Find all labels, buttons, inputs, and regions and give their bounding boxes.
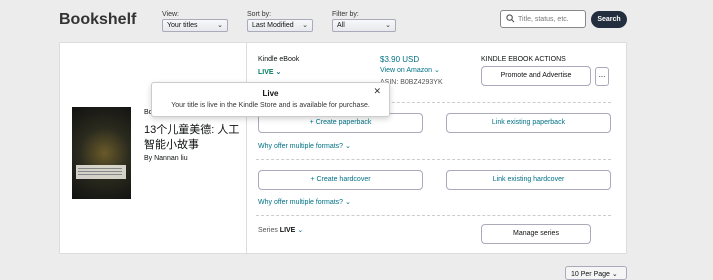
search-button[interactable]: Search: [591, 11, 627, 28]
link-hardcover-button[interactable]: Link existing hardcover: [446, 170, 611, 190]
search-icon: [506, 14, 515, 23]
chevron-down-icon: ⌄: [302, 22, 308, 29]
author-byline: By Nannan liu: [144, 155, 188, 162]
live-status-badge[interactable]: LIVE ⌄: [258, 68, 281, 76]
chevron-down-icon: ⌄: [345, 199, 351, 206]
view-select[interactable]: Your titles ⌄: [162, 19, 228, 32]
more-actions-button[interactable]: ...: [595, 67, 609, 86]
filter-select-value: All: [337, 22, 345, 29]
cover-text-line: [78, 168, 122, 169]
chevron-down-icon: ⌄: [217, 22, 223, 29]
page-title: Bookshelf: [59, 11, 137, 28]
series-row: Series LIVE ⌄: [258, 226, 303, 234]
per-page-value: 10 Per Page: [571, 271, 610, 278]
chevron-down-icon: ⌄: [275, 69, 282, 76]
tooltip-body: Your title is live in the Kindle Store a…: [171, 102, 370, 109]
actions-header: KINDLE EBOOK ACTIONS: [481, 56, 566, 63]
why-formats-link[interactable]: Why offer multiple formats? ⌄: [258, 198, 351, 206]
row-divider: [256, 215, 611, 216]
per-page-select[interactable]: 10 Per Page ⌄: [565, 266, 627, 280]
view-on-amazon-link[interactable]: View on Amazon ⌄: [380, 66, 440, 74]
chevron-down-icon: ⌄: [611, 271, 618, 278]
promote-advertise-button[interactable]: Promote and Advertise: [481, 66, 591, 86]
filter-select[interactable]: All ⌄: [332, 19, 396, 32]
search-input[interactable]: Title, status, etc.: [500, 10, 586, 28]
chevron-down-icon: ⌄: [385, 22, 391, 29]
chevron-down-icon: ⌄: [433, 67, 440, 74]
book-cover-image[interactable]: [72, 107, 131, 199]
manage-series-button[interactable]: Manage series: [481, 224, 591, 244]
why-formats-text: Why offer multiple formats?: [258, 199, 344, 206]
live-status-tooltip: Live Your title is live in the Kindle St…: [151, 82, 390, 117]
row-divider: [256, 159, 611, 160]
sort-select-value: Last Modified: [252, 22, 294, 29]
cover-text-line: [78, 171, 122, 172]
series-label: Series: [258, 227, 278, 234]
column-divider: [246, 43, 247, 255]
series-status[interactable]: LIVE: [280, 227, 296, 234]
create-hardcover-button[interactable]: + Create hardcover: [258, 170, 423, 190]
book-title[interactable]: 13个儿童美德: 人工智能小故事: [144, 123, 244, 153]
book-card: Bo 13个儿童美德: 人工智能小故事 By Nannan liu Kindle…: [59, 42, 627, 255]
why-formats-text: Why offer multiple formats?: [258, 143, 344, 150]
chevron-down-icon: ⌄: [297, 227, 304, 234]
price: $3.90 USD: [380, 55, 420, 64]
tooltip-title: Live: [262, 89, 279, 98]
live-status-text: LIVE: [258, 69, 274, 76]
why-formats-link[interactable]: Why offer multiple formats? ⌄: [258, 142, 351, 150]
view-label: View:: [162, 11, 179, 18]
format-label: Kindle eBook: [258, 56, 300, 63]
sort-label: Sort by:: [247, 11, 272, 18]
link-paperback-button[interactable]: Link existing paperback: [446, 113, 611, 133]
view-control: View: Your titles ⌄: [162, 11, 228, 32]
filter-label: Filter by:: [332, 11, 359, 18]
filter-control: Filter by: All ⌄: [332, 11, 396, 32]
cover-text-line: [78, 174, 122, 175]
search-placeholder: Title, status, etc.: [518, 16, 569, 23]
view-on-amazon-text: View on Amazon: [380, 67, 433, 74]
sort-control: Sort by: Last Modified ⌄: [247, 11, 313, 32]
chevron-down-icon: ⌄: [345, 143, 351, 150]
sort-select[interactable]: Last Modified ⌄: [247, 19, 313, 32]
view-select-value: Your titles: [167, 22, 198, 29]
close-icon[interactable]: ✕: [373, 86, 381, 97]
